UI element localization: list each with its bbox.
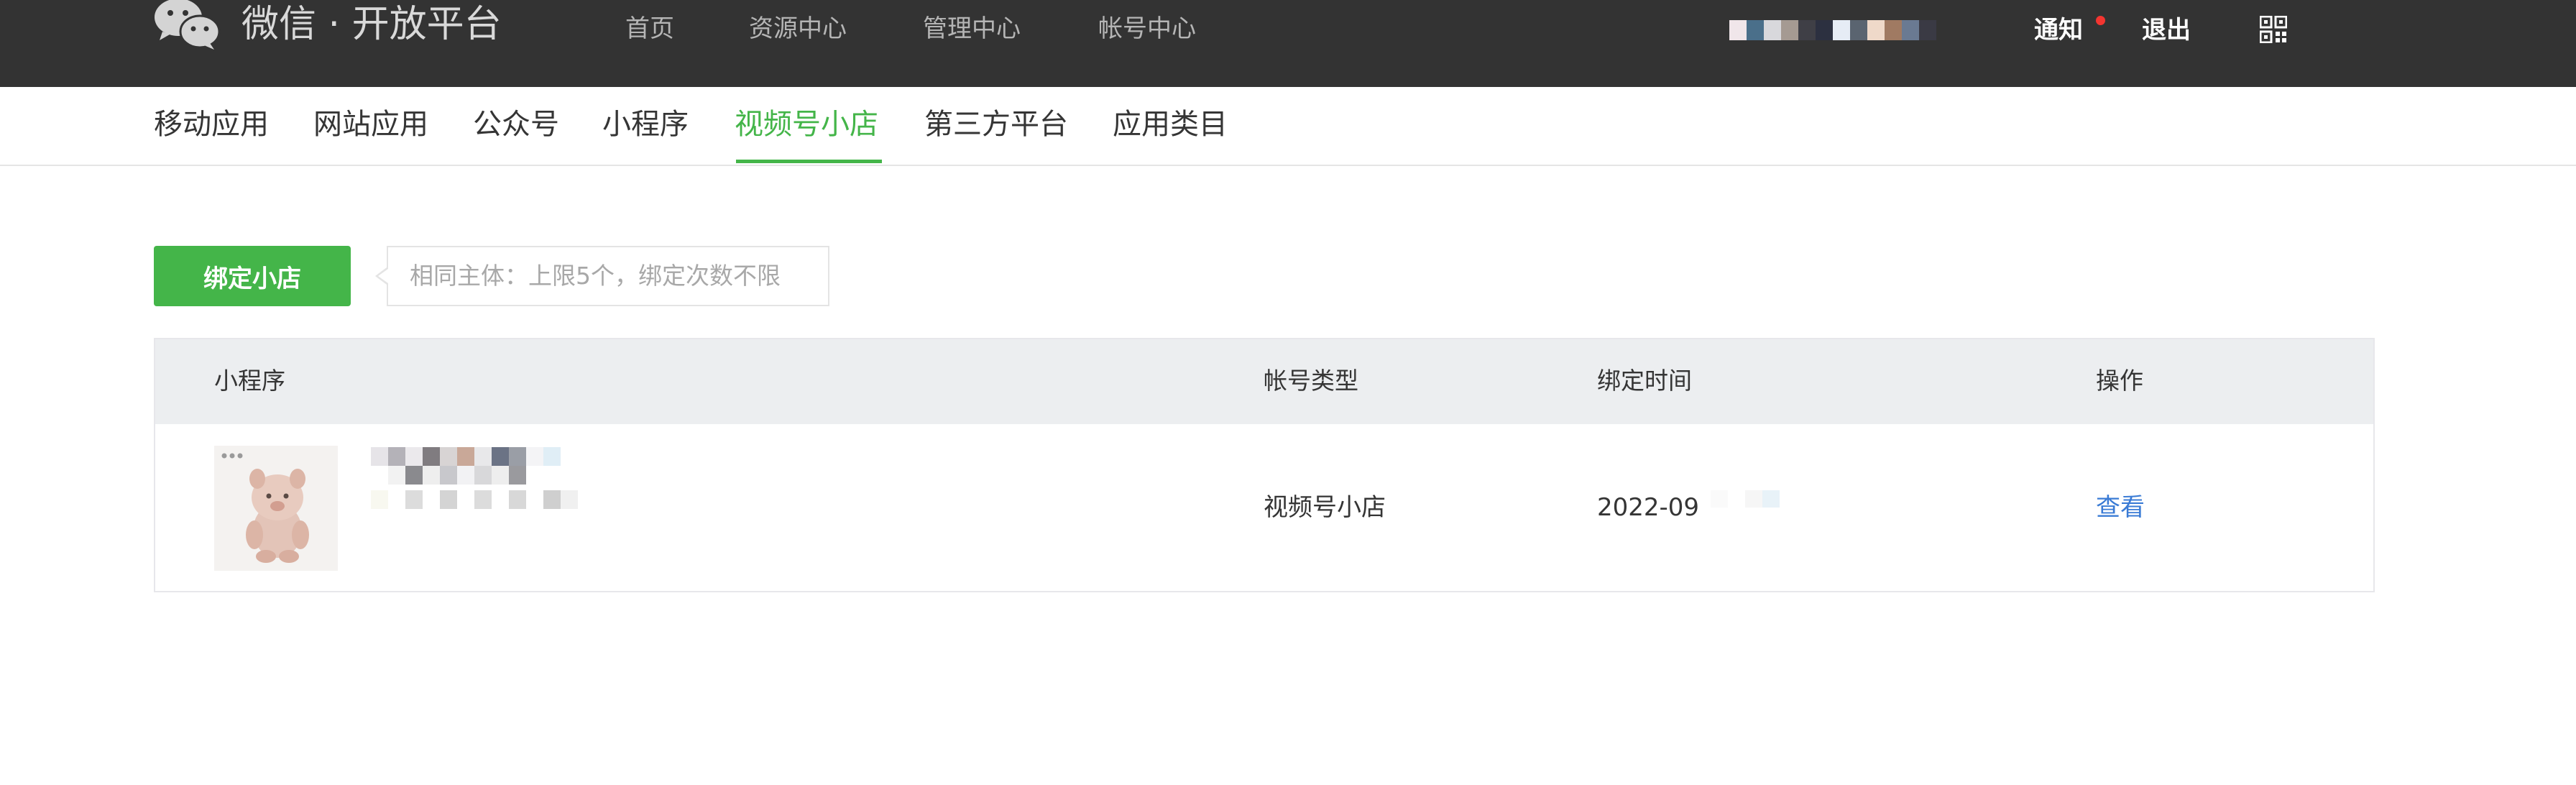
view-link[interactable]: 查看 [2096,492,2145,523]
qrcode-icon[interactable] [2260,16,2287,43]
sub-navigation: 移动应用 网站应用 公众号 小程序 视频号小店 第三方平台 应用类目 [0,87,2576,166]
shop-name-redacted-line2 [371,466,526,485]
top-header: 微信 · 开放平台 首页 资源中心 管理中心 帐号中心 通知 退出 [0,0,2576,87]
tab-channels-shop[interactable]: 视频号小店 [735,106,878,143]
hint-arrow-fill [378,269,388,283]
tab-app-categories[interactable]: 应用类目 [1113,106,1228,143]
column-header-actions: 操作 [2096,367,2143,395]
notification-link[interactable]: 通知 [2034,14,2083,46]
topnav-home[interactable]: 首页 [625,13,674,45]
bind-time-cell: 2022-09 [1597,493,1700,522]
tab-website-apps[interactable]: 网站应用 [313,106,428,143]
logout-link[interactable]: 退出 [2142,14,2191,46]
tab-official-accounts[interactable]: 公众号 [473,106,559,143]
bind-limit-hint: 相同主体：上限5个，绑定次数不限 [387,246,829,306]
shop-avatar-image [214,446,338,571]
tab-mini-programs[interactable]: 小程序 [602,106,689,143]
column-header-account-type: 帐号类型 [1264,367,1358,395]
topnav-account[interactable]: 帐号中心 [1098,13,1196,45]
user-name-redacted[interactable] [1729,20,1936,40]
topnav-resources[interactable]: 资源中心 [749,13,847,45]
table-header: 小程序 帐号类型 绑定时间 操作 [155,339,2373,424]
bound-shops-table: 小程序 帐号类型 绑定时间 操作 视频号小店 2022-09 查看 [154,338,2375,592]
wechat-logo-icon[interactable] [152,0,221,50]
column-header-bind-time: 绑定时间 [1597,367,1692,395]
tab-mobile-apps[interactable]: 移动应用 [154,106,269,143]
shop-avatar [214,446,338,571]
topnav-management[interactable]: 管理中心 [923,13,1021,45]
bind-shop-button[interactable]: 绑定小店 [154,246,351,306]
tab-third-party-platform[interactable]: 第三方平台 [924,106,1068,143]
brand-title[interactable]: 微信 · 开放平台 [242,0,502,49]
notification-badge [2096,16,2105,25]
shop-id-redacted [371,490,578,509]
bind-time-redacted [1711,490,1780,525]
column-header-mini-program: 小程序 [214,367,285,395]
account-type-cell: 视频号小店 [1264,493,1386,522]
active-tab-indicator [736,160,882,163]
shop-name-redacted [371,447,561,466]
